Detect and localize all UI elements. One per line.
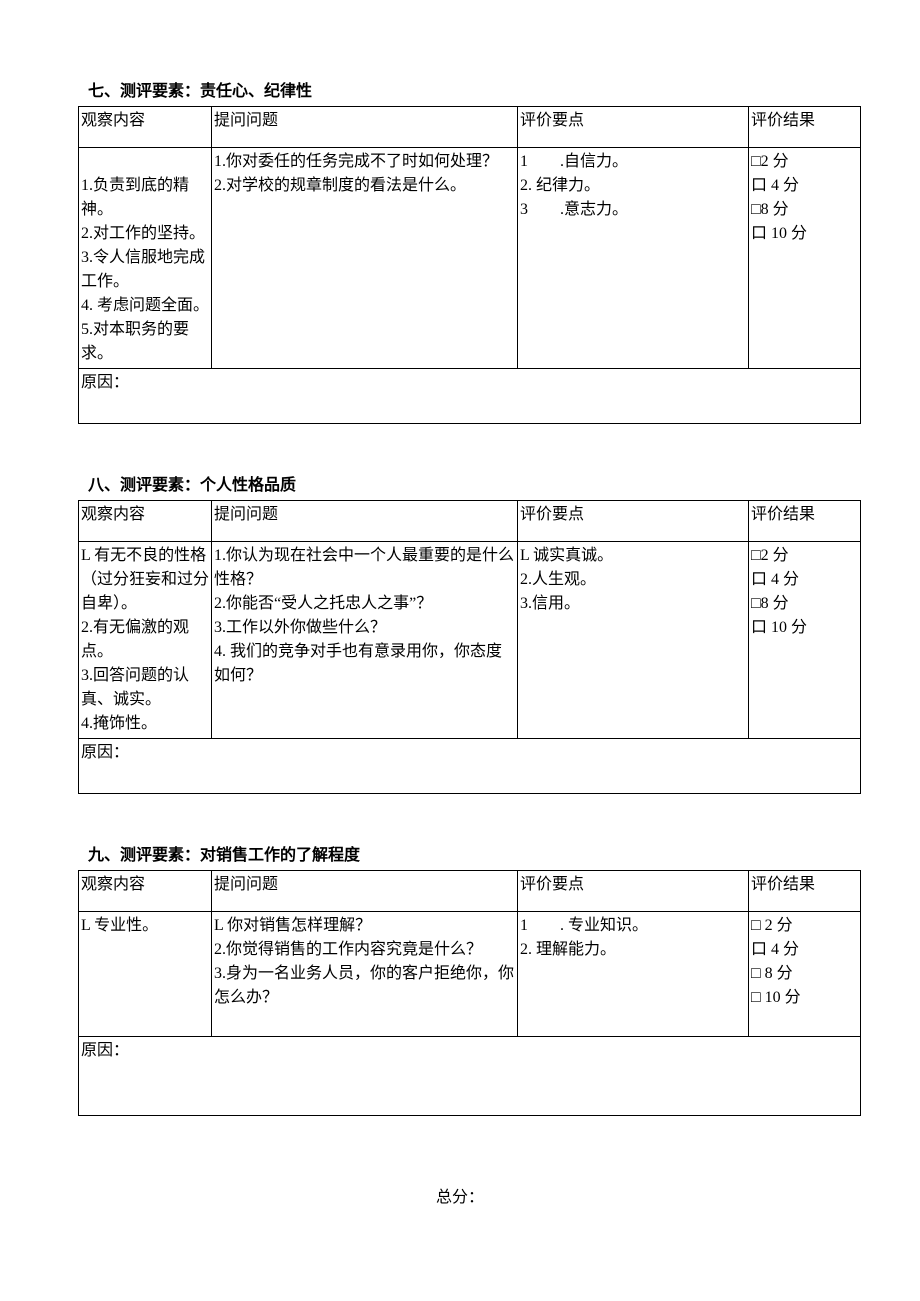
total-score-label: 总分： [78,1186,842,1210]
score-cell: □2 分口 4 分□8 分口 10 分 [749,148,861,369]
observe-cell: 1.负责到底的精神。 2.对工作的坚持。 3.令人信服地完成工作。 4. 考虑问… [79,148,212,369]
column-header: 评价要点 [518,501,749,542]
score-option[interactable]: 口 4 分 [751,568,858,592]
score-option[interactable]: 口 4 分 [751,938,858,962]
score-option[interactable]: 口 10 分 [751,222,858,246]
score-option[interactable]: □8 分 [751,198,858,222]
score-option[interactable]: □8 分 [751,592,858,616]
observe-cell: L 有无不良的性格（过分狂妄和过分自卑）。 2.有无偏激的观点。 3.回答问题的… [79,542,212,739]
column-header: 观察内容 [79,501,212,542]
evaluation-table: 观察内容提问问题评价要点评价结果 1.负责到底的精神。 2.对工作的坚持。 3.… [78,106,861,424]
section-title: 八、测评要素：个人性格品质 [78,474,842,498]
column-header: 评价结果 [749,107,861,148]
score-option[interactable]: □ 2 分 [751,914,858,938]
column-header: 提问问题 [212,107,518,148]
section-title: 七、测评要素：责任心、纪律性 [78,80,842,104]
score-option[interactable]: 口 10 分 [751,616,858,640]
column-header: 提问问题 [212,501,518,542]
evaluation-section: 八、测评要素：个人性格品质观察内容提问问题评价要点评价结果L 有无不良的性格（过… [78,474,842,794]
reason-cell[interactable]: 原因： [79,1037,861,1116]
observe-cell: L 专业性。 [79,912,212,1037]
score-cell: □2 分口 4 分□8 分口 10 分 [749,542,861,739]
score-option[interactable]: □2 分 [751,544,858,568]
evaluation-table: 观察内容提问问题评价要点评价结果 L 有无不良的性格（过分狂妄和过分自卑）。 2.… [78,500,861,794]
questions-cell: 1.你对委任的任务完成不了时如何处理？ 2.对学校的规章制度的看法是什么。 [212,148,518,369]
section-title: 九、测评要素：对销售工作的了解程度 [78,844,842,868]
evaluation-section: 九、测评要素：对销售工作的了解程度观察内容提问问题评价要点评价结果L 专业性。L… [78,844,842,1116]
column-header: 观察内容 [79,107,212,148]
reason-cell[interactable]: 原因： [79,369,861,424]
questions-cell: 1.你认为现在社会中一个人最重要的是什么性格？ 2.你能否“受人之托忠人之事”？… [212,542,518,739]
points-cell: L 诚实真诚。 2.人生观。 3.信用。 [518,542,749,739]
column-header: 提问问题 [212,871,518,912]
column-header: 评价结果 [749,501,861,542]
column-header: 评价结果 [749,871,861,912]
score-option[interactable]: □ 10 分 [751,986,858,1010]
score-option[interactable]: 口 4 分 [751,174,858,198]
points-cell: 1 .自信力。 2. 纪律力。 3 .意志力。 [518,148,749,369]
points-cell: 1 . 专业知识。 2. 理解能力。 [518,912,749,1037]
evaluation-table: 观察内容提问问题评价要点评价结果 L 专业性。L 你对销售怎样理解？ 2.你觉得销… [78,870,861,1116]
score-option[interactable]: □ 8 分 [751,962,858,986]
evaluation-section: 七、测评要素：责任心、纪律性观察内容提问问题评价要点评价结果 1.负责到底的精神… [78,80,842,424]
score-cell: □ 2 分口 4 分□ 8 分□ 10 分 [749,912,861,1037]
column-header: 评价要点 [518,871,749,912]
reason-cell[interactable]: 原因： [79,739,861,794]
questions-cell: L 你对销售怎样理解？ 2.你觉得销售的工作内容究竟是什么？ 3.身为一名业务人… [212,912,518,1037]
score-option[interactable]: □2 分 [751,150,858,174]
column-header: 观察内容 [79,871,212,912]
column-header: 评价要点 [518,107,749,148]
